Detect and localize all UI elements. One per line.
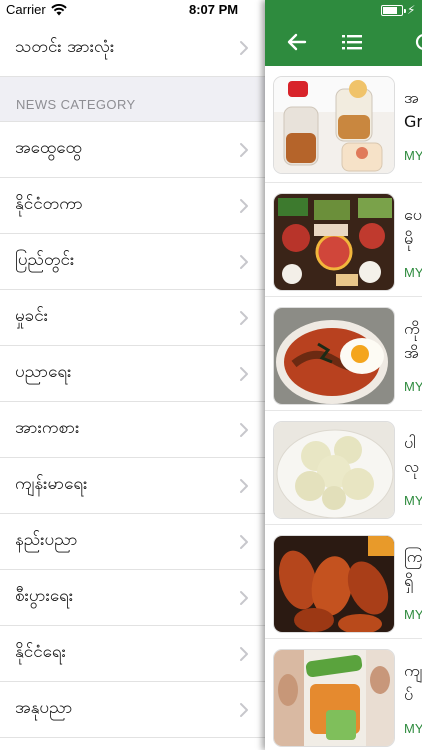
category-item-business[interactable]: စီးပွားရေး (0, 570, 265, 626)
news-title: ကို အိ (404, 319, 420, 362)
chevron-right-icon (240, 646, 248, 661)
category-item-local[interactable]: ပြည်တွင်း (0, 234, 265, 290)
news-list: အ Gr MY ပေ မို MY ကို အိ MY ပါ လု MY ကြ … (265, 66, 422, 750)
status-carrier-group: Carrier (6, 2, 67, 17)
chevron-right-icon (240, 41, 248, 55)
chevron-right-icon (240, 310, 248, 325)
category-label: အနုပညာ (15, 698, 73, 718)
category-item-international[interactable]: နိုင်ငံတကာ (0, 178, 265, 234)
back-arrow-icon[interactable] (285, 30, 309, 54)
chevron-right-icon (240, 198, 248, 213)
battery-icon (381, 5, 406, 16)
news-source: MY (404, 148, 422, 163)
chevron-right-icon (240, 422, 248, 437)
chevron-right-icon (240, 478, 248, 493)
category-label: နည်းပညာ (15, 530, 78, 550)
chevron-right-icon (240, 366, 248, 381)
category-label: စီးပွားရေး (15, 586, 74, 606)
category-item-health[interactable]: ကျန်းမာရေး (0, 458, 265, 514)
category-item-crime[interactable]: မှုခင်း (0, 290, 265, 346)
news-item[interactable]: ကို အိ MY (265, 297, 422, 411)
news-source: MY (404, 493, 422, 508)
category-list: အထွေထွေ နိုင်ငံတကာ ပြည်တွင်း မှုခင်း ပညာ… (0, 122, 265, 738)
chevron-right-icon (240, 534, 248, 549)
news-thumbnail (273, 76, 395, 174)
chevron-right-icon (240, 702, 248, 717)
news-title: ပေ မို (404, 205, 422, 248)
news-title: ကြ ရှိ (404, 547, 422, 590)
news-item[interactable]: ပေ မို MY (265, 183, 422, 297)
news-source: MY (404, 265, 422, 280)
nav-bar (265, 20, 422, 66)
category-label: မှုခင်း (15, 306, 49, 326)
menu-item-label: သတင်း အားလုံး (15, 36, 115, 57)
list-icon[interactable] (341, 32, 363, 52)
main-status-bar: ⚡ (265, 0, 422, 20)
category-label: အထွေထွေ (15, 138, 82, 158)
category-item-arts[interactable]: အနုပညာ (0, 682, 265, 738)
chevron-right-icon (240, 254, 248, 269)
news-item[interactable]: ကြ ရှိ MY (265, 525, 422, 639)
chevron-right-icon (240, 142, 248, 157)
side-drawer: Carrier 8:07 PM သတင်း အားလုံး NEWS CATEG… (0, 0, 265, 750)
section-header-news-category: NEWS CATEGORY (0, 77, 265, 122)
chevron-right-icon (240, 590, 248, 605)
news-item[interactable]: ကျ ပ် MY (265, 639, 422, 750)
news-source: MY (404, 379, 422, 394)
carrier-label: Carrier (6, 2, 46, 17)
category-label: နိုင်ငံတကာ (15, 194, 83, 214)
category-label: ကျန်းမာရေး (15, 474, 88, 494)
menu-item-all-news[interactable]: သတင်း အားလုံး (0, 20, 265, 77)
category-item-general[interactable]: အထွေထွေ (0, 122, 265, 178)
more-icon[interactable] (415, 32, 422, 52)
status-bar: Carrier 8:07 PM (0, 0, 265, 20)
category-item-politics[interactable]: နိုင်ငံရေး (0, 626, 265, 682)
category-item-education[interactable]: ပညာရေး (0, 346, 265, 402)
news-item[interactable]: ပါ လု MY (265, 411, 422, 525)
news-thumbnail (273, 649, 395, 747)
wifi-icon (51, 3, 67, 16)
news-thumbnail (273, 307, 395, 405)
news-title: ပါ လု (404, 433, 419, 476)
news-item[interactable]: အ Gr MY (265, 66, 422, 183)
section-title: NEWS CATEGORY (16, 97, 136, 112)
news-thumbnail (273, 193, 395, 291)
category-label: နိုင်ငံရေး (15, 642, 66, 662)
category-item-technology[interactable]: နည်းပညာ (0, 514, 265, 570)
news-source: MY (404, 721, 422, 736)
news-title: ကျ ပ် (404, 661, 422, 704)
status-time: 8:07 PM (189, 2, 239, 17)
news-source: MY (404, 607, 422, 622)
category-label: ပြည်တွင်း (15, 250, 75, 270)
news-thumbnail (273, 535, 395, 633)
category-label: အားကစား (15, 418, 80, 438)
category-item-sports[interactable]: အားကစား (0, 402, 265, 458)
news-thumbnail (273, 421, 395, 519)
charging-bolt-icon: ⚡ (407, 3, 416, 17)
news-title: အ Gr (404, 88, 422, 131)
main-panel: ⚡ အ Gr MY ပေ မို MY ကို အိ MY ပါ လု MY က… (265, 0, 422, 750)
category-label: ပညာရေး (15, 362, 72, 382)
